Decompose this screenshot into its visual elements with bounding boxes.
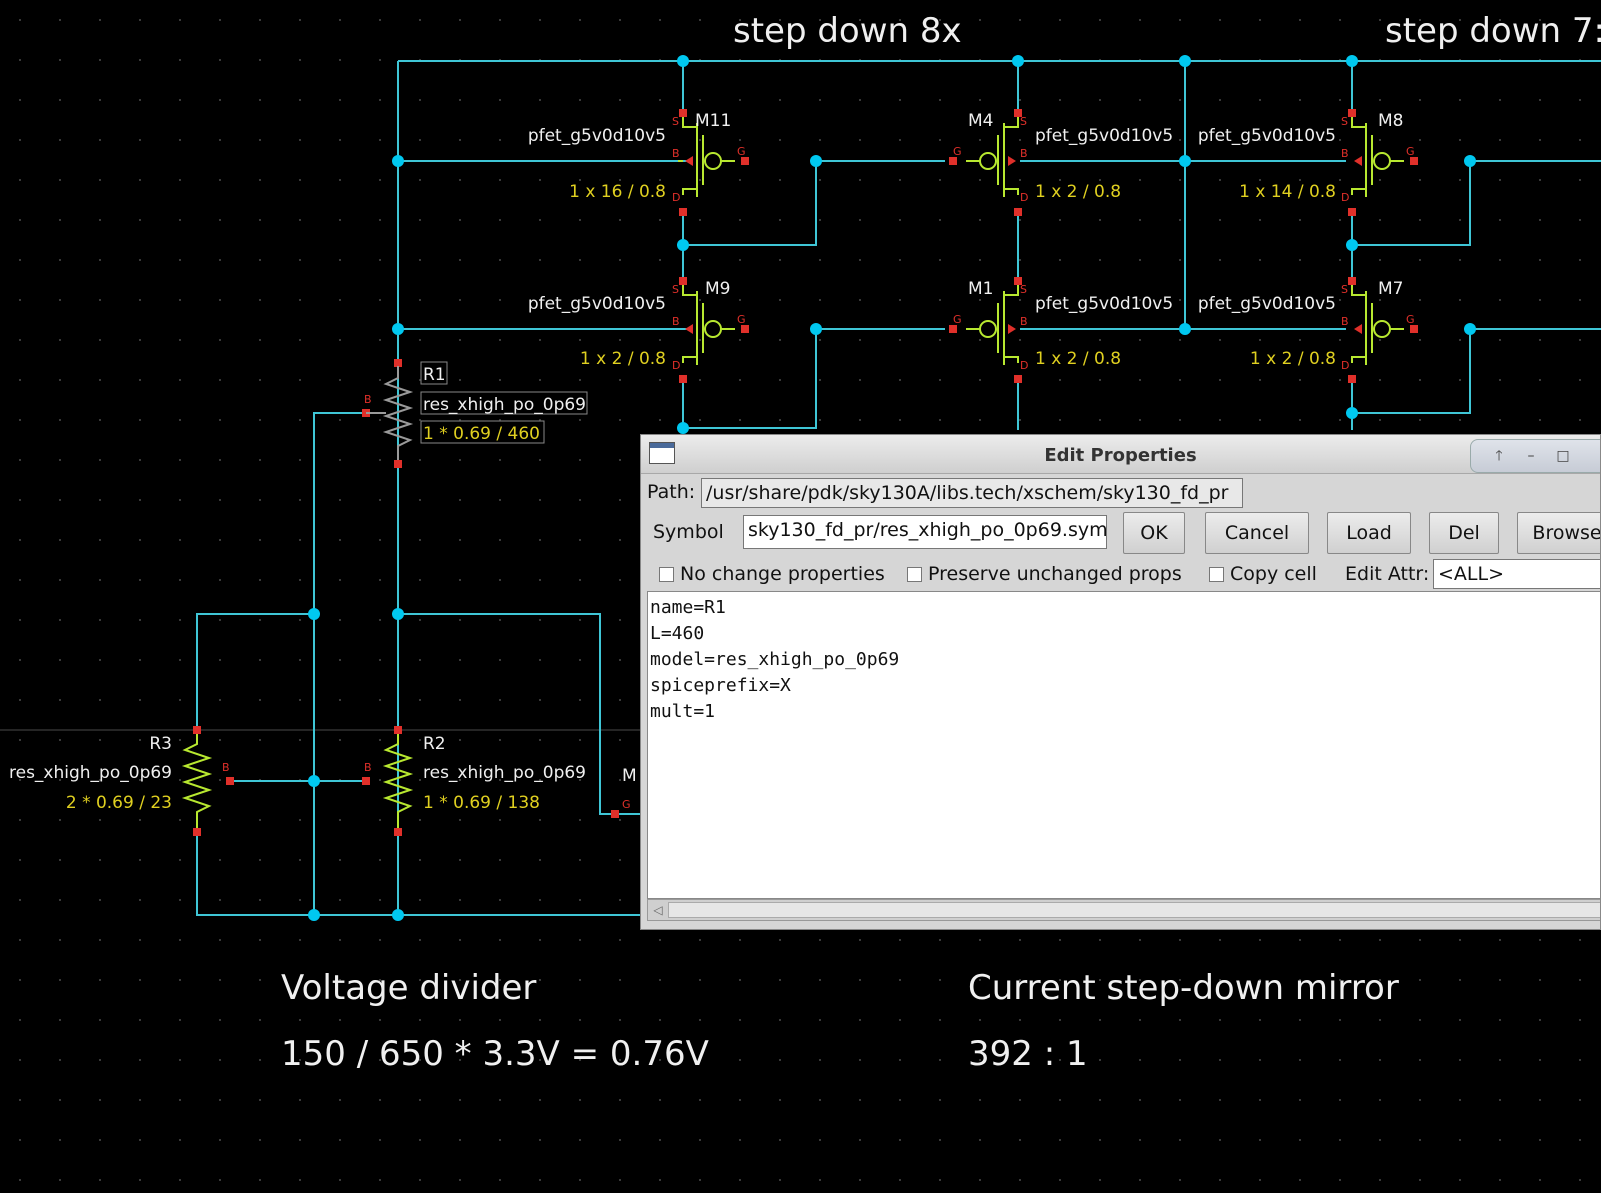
property-line: name=R1 <box>650 597 726 618</box>
svg-text:S: S <box>1020 283 1027 296</box>
m8-name: M8 <box>1378 111 1403 131</box>
preserve-label: Preserve unchanged props <box>928 563 1182 585</box>
r1-name: R1 <box>423 365 446 385</box>
properties-textarea[interactable]: name=R1 L=460 model=res_xhigh_po_0p69 sp… <box>647 591 1600 899</box>
svg-text:S: S <box>672 283 679 296</box>
m9-name: M9 <box>705 279 730 299</box>
svg-text:D: D <box>1020 191 1028 204</box>
svg-text:G: G <box>622 798 631 811</box>
svg-text:B: B <box>364 761 372 774</box>
svg-text:B: B <box>222 761 230 774</box>
dialog-titlebar[interactable]: Edit Properties 🡑 – □ <box>641 435 1600 474</box>
svg-text:G: G <box>953 313 962 326</box>
mirror-ratio: 392 : 1 <box>968 1034 1088 1074</box>
m4-size: 1 x 2 / 0.8 <box>1035 182 1121 202</box>
svg-text:B: B <box>364 393 372 406</box>
minimize-icon[interactable]: – <box>1521 446 1541 466</box>
m7-size: 1 x 2 / 0.8 <box>1250 349 1336 369</box>
m8-size: 1 x 14 / 0.8 <box>1239 182 1336 202</box>
svg-text:G: G <box>1406 313 1415 326</box>
svg-text:B: B <box>1020 147 1028 160</box>
load-button[interactable]: Load <box>1327 512 1411 554</box>
shade-icon[interactable]: 🡑 <box>1489 446 1509 466</box>
m4-name: M4 <box>968 111 993 131</box>
edit-attr-label: Edit Attr: <box>1345 563 1430 585</box>
svg-text:B: B <box>1020 315 1028 328</box>
svg-text:S: S <box>672 115 679 128</box>
preserve-checkbox[interactable] <box>907 567 922 582</box>
scroll-left-icon[interactable]: ◁ <box>650 902 666 918</box>
property-line: L=460 <box>650 623 705 644</box>
r2-model: res_xhigh_po_0p69 <box>423 763 586 783</box>
m1-model: pfet_g5v0d10v5 <box>1035 294 1173 314</box>
r3-name: R3 <box>149 734 172 754</box>
property-line: spiceprefix=X <box>650 675 791 696</box>
r2-name: R2 <box>423 734 446 754</box>
mirror-title: Current step-down mirror <box>968 968 1399 1008</box>
m11-size: 1 x 16 / 0.8 <box>569 182 666 202</box>
m7-model: pfet_g5v0d10v5 <box>1198 294 1336 314</box>
svg-text:D: D <box>1020 359 1028 372</box>
svg-text:G: G <box>737 145 746 158</box>
m9-model: pfet_g5v0d10v5 <box>528 294 666 314</box>
svg-text:D: D <box>672 359 680 372</box>
svg-text:B: B <box>672 147 680 160</box>
svg-text:B: B <box>1341 315 1349 328</box>
cancel-button[interactable]: Cancel <box>1205 512 1309 554</box>
voltage-divider-title: Voltage divider <box>281 968 536 1008</box>
path-label: Path: <box>647 481 696 503</box>
svg-text:B: B <box>672 315 680 328</box>
symbol-label: Symbol <box>653 521 724 543</box>
copy-cell-checkbox[interactable] <box>1209 567 1224 582</box>
svg-text:S: S <box>1341 283 1348 296</box>
m8-model: pfet_g5v0d10v5 <box>1198 126 1336 146</box>
svg-text:D: D <box>1341 359 1349 372</box>
path-field[interactable]: /usr/share/pdk/sky130A/libs.tech/xschem/… <box>701 478 1243 508</box>
m9-size: 1 x 2 / 0.8 <box>580 349 666 369</box>
ok-button[interactable]: OK <box>1123 512 1185 554</box>
svg-text:S: S <box>1341 115 1348 128</box>
r3-value: 2 * 0.69 / 23 <box>66 793 172 813</box>
dialog-title: Edit Properties <box>1044 445 1197 466</box>
svg-text:G: G <box>1406 145 1415 158</box>
horizontal-scrollbar[interactable]: ◁ <box>647 899 1600 921</box>
svg-text:G: G <box>737 313 746 326</box>
copy-cell-label: Copy cell <box>1230 563 1317 585</box>
r1-value: 1 * 0.69 / 460 <box>423 424 540 444</box>
partial-device-label: M <box>622 766 637 786</box>
svg-text:D: D <box>1341 191 1349 204</box>
browse-button[interactable]: Browse <box>1517 512 1600 554</box>
m7-name: M7 <box>1378 279 1403 299</box>
no-change-label: No change properties <box>680 563 885 585</box>
edit-attr-select[interactable]: <ALL> <box>1433 559 1600 589</box>
maximize-icon[interactable]: □ <box>1553 446 1573 466</box>
m11-model: pfet_g5v0d10v5 <box>528 126 666 146</box>
m1-size: 1 x 2 / 0.8 <box>1035 349 1121 369</box>
property-line: model=res_xhigh_po_0p69 <box>650 649 900 670</box>
svg-text:G: G <box>953 145 962 158</box>
heading-step-down-7: step down 7: <box>1385 11 1601 51</box>
svg-text:D: D <box>672 191 680 204</box>
svg-text:B: B <box>1341 147 1349 160</box>
window-controls: 🡑 – □ <box>1470 439 1600 473</box>
voltage-divider-formula: 150 / 650 * 3.3V = 0.76V <box>281 1034 709 1074</box>
scrollbar-thumb[interactable] <box>668 902 1600 918</box>
r3-model: res_xhigh_po_0p69 <box>9 763 172 783</box>
heading-step-down-8x: step down 8x <box>733 11 962 51</box>
svg-text:S: S <box>1020 115 1027 128</box>
m11-name: M11 <box>695 111 731 131</box>
m1-name: M1 <box>968 279 993 299</box>
symbol-input[interactable]: sky130_fd_pr/res_xhigh_po_0p69.sym <box>743 515 1107 549</box>
property-line: mult=1 <box>650 701 716 722</box>
r1-model: res_xhigh_po_0p69 <box>423 395 586 415</box>
no-change-checkbox[interactable] <box>659 567 674 582</box>
edit-properties-dialog[interactable]: Edit Properties 🡑 – □ Path: /usr/share/p… <box>640 434 1601 930</box>
m4-model: pfet_g5v0d10v5 <box>1035 126 1173 146</box>
r2-value: 1 * 0.69 / 138 <box>423 793 540 813</box>
del-button[interactable]: Del <box>1429 512 1499 554</box>
